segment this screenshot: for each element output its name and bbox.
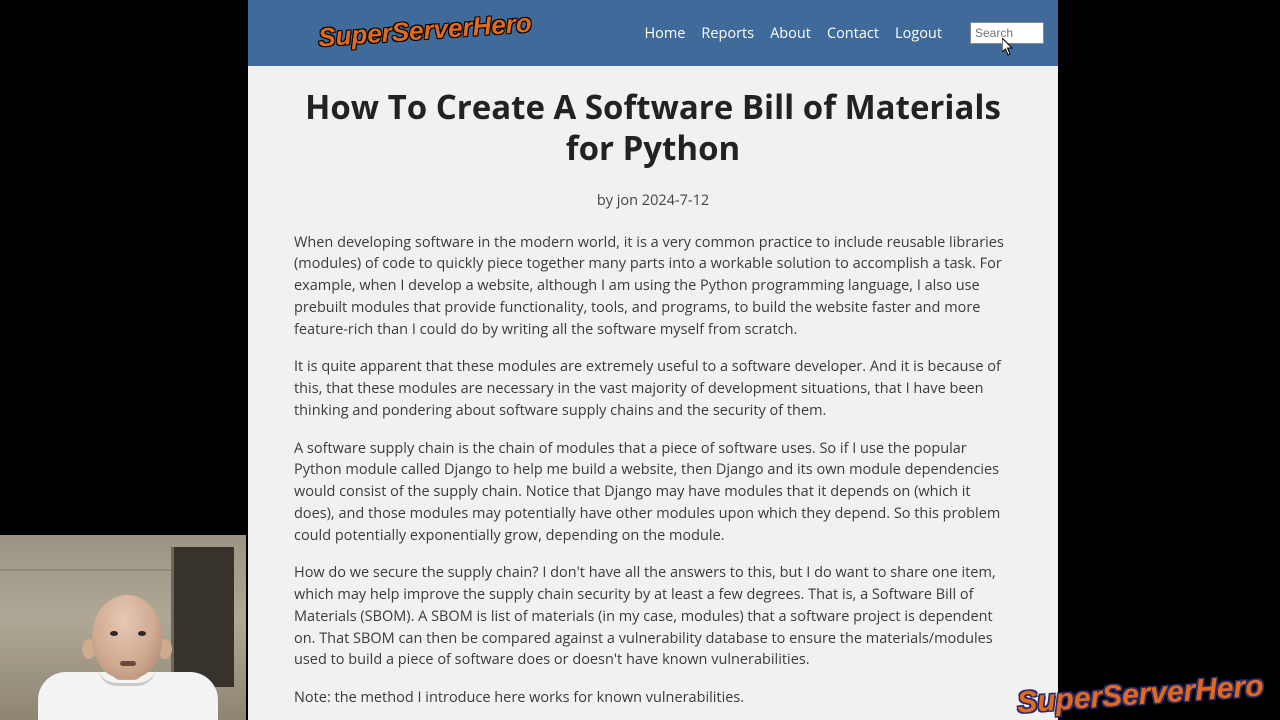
stage: SuperServerHero Home Reports About Conta…	[0, 0, 1280, 720]
article-paragraph: It is quite apparent that these modules …	[294, 356, 1012, 421]
article-paragraph: Note: the method I introduce here works …	[294, 687, 1012, 709]
nav-about[interactable]: About	[770, 24, 811, 43]
article-paragraph: How do we secure the supply chain? I don…	[294, 562, 1012, 671]
article-paragraph: A software supply chain is the chain of …	[294, 438, 1012, 547]
article-paragraph: When developing software in the modern w…	[294, 232, 1012, 341]
nav-contact[interactable]: Contact	[827, 24, 879, 43]
webcam-person-eyes	[108, 631, 148, 639]
webcam-person-mouth	[120, 661, 136, 666]
brand-logo[interactable]: SuperServerHero	[317, 7, 533, 53]
article-byline: by jon 2024-7-12	[294, 191, 1012, 210]
search-input[interactable]	[970, 22, 1044, 44]
webcam-door	[171, 547, 234, 687]
webcam-overlay	[0, 535, 246, 720]
nav-links: Home Reports About Contact Logout	[644, 22, 1044, 44]
article-content: How To Create A Software Bill of Materia…	[248, 66, 1058, 720]
navbar: SuperServerHero Home Reports About Conta…	[248, 0, 1058, 66]
webpage: SuperServerHero Home Reports About Conta…	[248, 0, 1058, 720]
nav-home[interactable]: Home	[644, 24, 685, 43]
webcam-ceiling-line	[0, 569, 176, 571]
nav-logout[interactable]: Logout	[895, 24, 942, 43]
article-title: How To Create A Software Bill of Materia…	[294, 86, 1012, 169]
nav-reports[interactable]: Reports	[701, 24, 754, 43]
